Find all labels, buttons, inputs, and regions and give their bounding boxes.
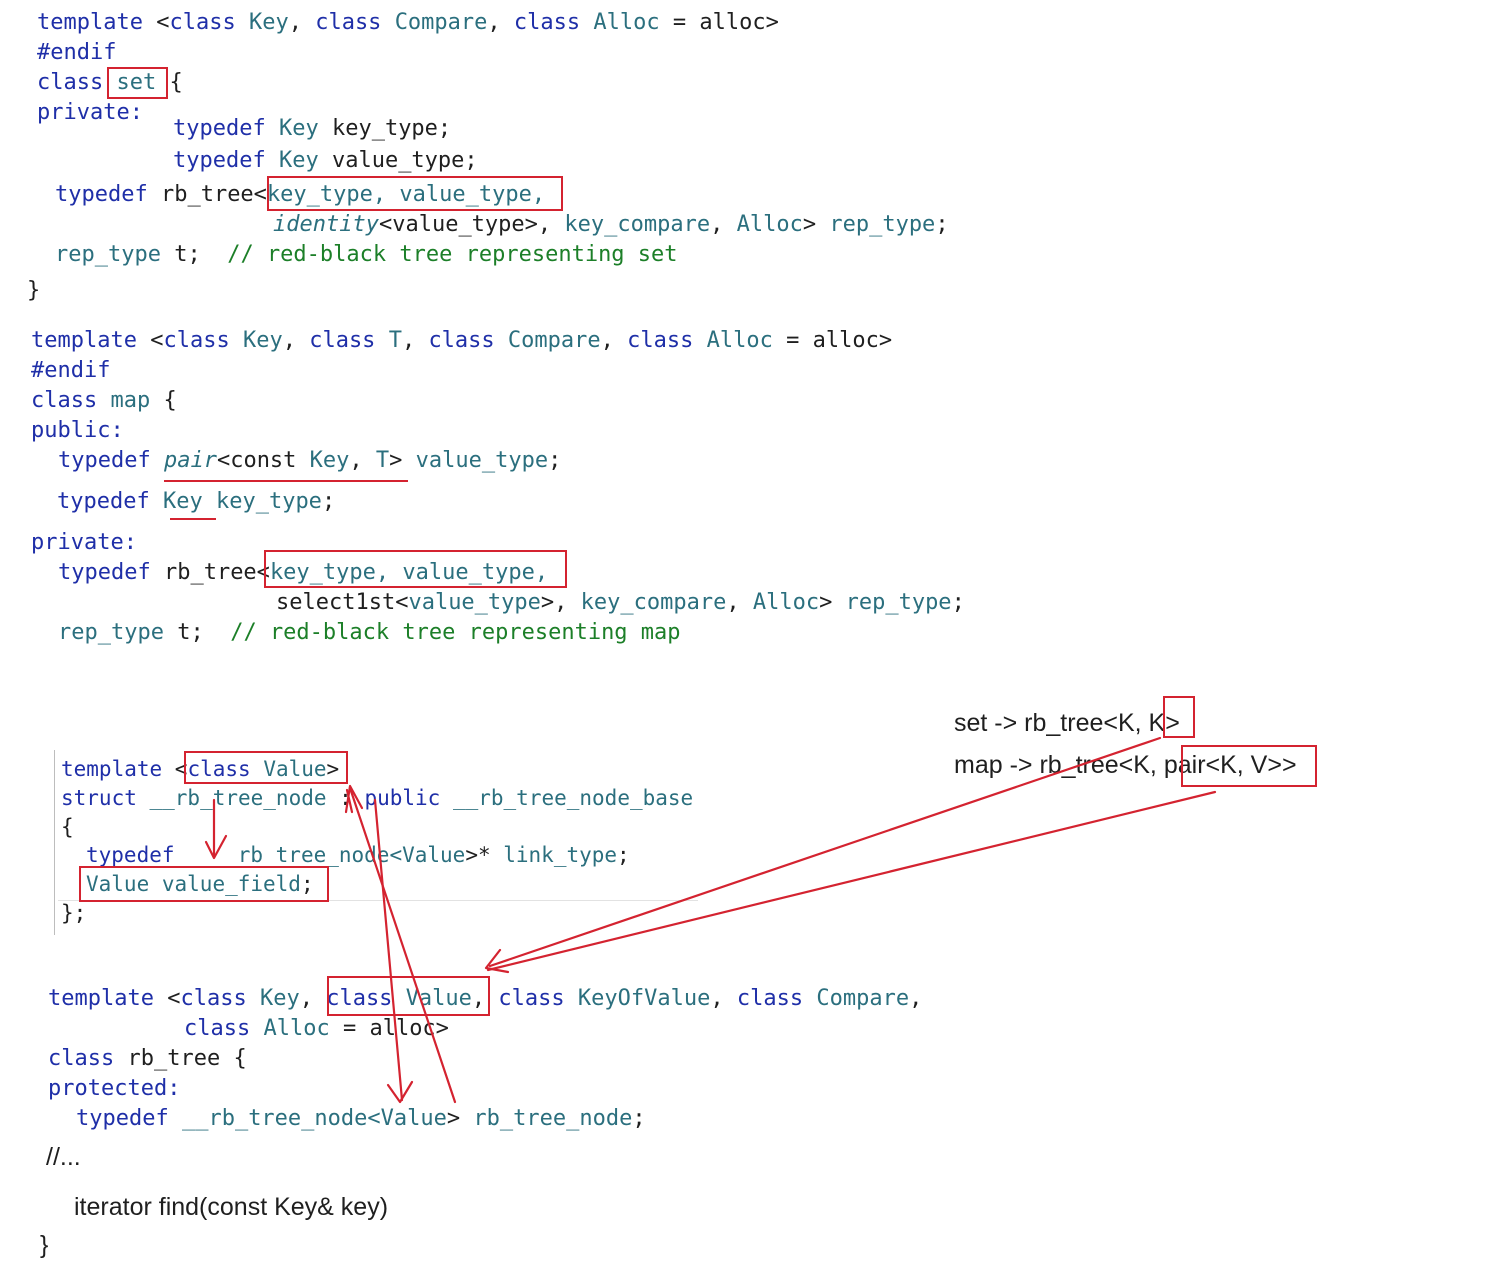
arrowhead-link-type [204,834,228,860]
arrow-node-to-class-value [348,786,457,1104]
arrow-set-to-value [488,736,1162,968]
annotation-arrows [204,736,1217,1104]
arrow-map-to-value [486,790,1217,972]
arrow-value-to-node-typedef [373,798,404,1102]
